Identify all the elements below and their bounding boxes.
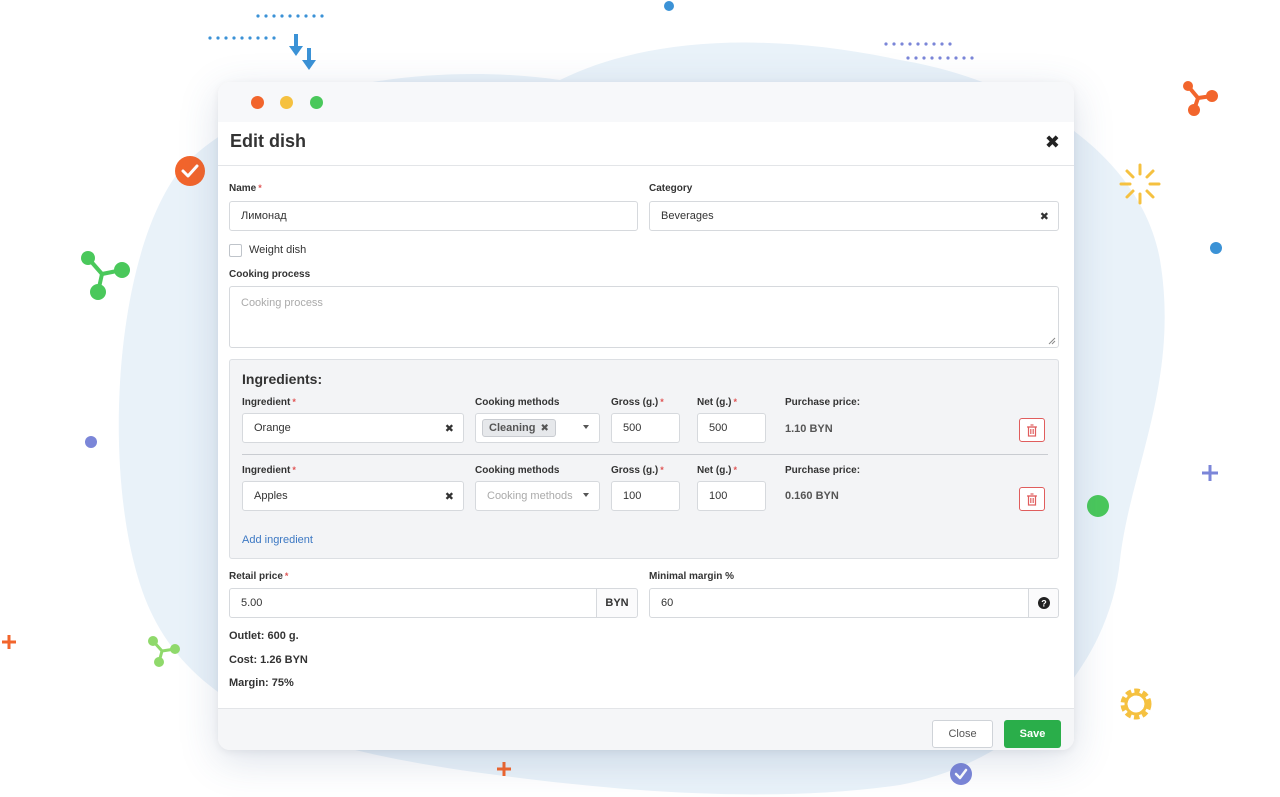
- save-button[interactable]: Save: [1004, 720, 1061, 748]
- category-select[interactable]: Beverages ✖: [649, 201, 1059, 231]
- window-maximize-dot[interactable]: [310, 96, 323, 109]
- cooking-methods-label: Cooking methods: [475, 397, 560, 408]
- retail-price-label: Retail price *: [229, 571, 289, 582]
- window-titlebar: [218, 82, 1074, 122]
- cooking-process-input[interactable]: Cooking process: [229, 286, 1059, 348]
- method-tag: Cleaning ✖: [482, 419, 556, 437]
- chevron-down-icon[interactable]: [583, 493, 589, 497]
- name-label: Name *: [229, 183, 262, 194]
- trash-icon: [1027, 423, 1037, 437]
- molecule-icon: [1183, 81, 1218, 116]
- net-label: Net (g.) *: [697, 397, 737, 408]
- ingredients-panel: Ingredients: Ingredient * Orange ✖ Cookin…: [229, 359, 1059, 559]
- ingredient-label: Ingredient *: [242, 465, 296, 476]
- dialog-header: Edit dish ✖: [218, 122, 1074, 166]
- gross-label: Gross (g.) *: [611, 465, 664, 476]
- weight-dish-label: Weight dish: [249, 244, 307, 256]
- net-input[interactable]: 500: [697, 413, 766, 443]
- gross-input[interactable]: 500: [611, 413, 680, 443]
- minimal-margin-label: Minimal margin %: [649, 571, 735, 582]
- weight-dish-checkbox[interactable]: [229, 244, 242, 257]
- purchase-price-label: Purchase price:: [785, 397, 861, 408]
- cooking-process-label: Cooking process: [229, 269, 311, 280]
- cooking-process-placeholder: Cooking process: [241, 297, 323, 309]
- resize-grip-icon[interactable]: [1048, 337, 1056, 345]
- delete-ingredient-button[interactable]: [1019, 418, 1045, 442]
- gross-input[interactable]: 100: [611, 481, 680, 511]
- purchase-price-label: Purchase price:: [785, 465, 861, 476]
- close-icon[interactable]: ✖: [1045, 132, 1060, 153]
- clear-icon[interactable]: ✖: [445, 490, 454, 503]
- ingredient-label: Ingredient *: [242, 397, 296, 408]
- cooking-methods-select[interactable]: Cooking methods: [475, 481, 600, 511]
- category-label: Category: [649, 183, 693, 194]
- close-button[interactable]: Close: [932, 720, 993, 748]
- minimal-margin-input[interactable]: 60: [649, 588, 1029, 618]
- retail-price-input[interactable]: 5.00: [229, 588, 597, 618]
- gear-icon: [1120, 688, 1152, 720]
- trash-icon: [1027, 492, 1037, 506]
- window-minimize-dot[interactable]: [280, 96, 293, 109]
- purchase-price-value: 1.10 BYN: [785, 423, 833, 435]
- ingredients-title: Ingredients:: [242, 371, 323, 387]
- cooking-methods-label: Cooking methods: [475, 465, 560, 476]
- dot-icon: [1210, 242, 1222, 254]
- ingredient-select[interactable]: Orange ✖: [242, 413, 464, 443]
- plus-icon: [1202, 465, 1218, 481]
- gross-label: Gross (g.) *: [611, 397, 664, 408]
- molecule-icon: [81, 251, 130, 300]
- plus-icon: [2, 635, 16, 649]
- svg-text:?: ?: [1041, 598, 1047, 608]
- remove-tag-icon[interactable]: ✖: [540, 423, 548, 434]
- dialog-title: Edit dish: [230, 131, 306, 151]
- delete-ingredient-button[interactable]: [1019, 487, 1045, 511]
- name-input[interactable]: Лимонад: [229, 201, 638, 231]
- margin-summary: Margin: 75%: [229, 677, 294, 689]
- net-input[interactable]: 100: [697, 481, 766, 511]
- currency-addon: BYN: [596, 588, 638, 618]
- dot-icon: [1087, 495, 1109, 517]
- edit-dish-window: Edit dish ✖ Name * Лимонад Category Bever…: [218, 82, 1074, 750]
- clear-icon[interactable]: ✖: [1040, 210, 1049, 223]
- help-icon: ?: [1037, 597, 1050, 609]
- dialog-footer: Close Save: [218, 708, 1074, 750]
- check-badge-icon: [175, 156, 205, 186]
- arrow-down-icon: [289, 34, 316, 70]
- outlet-summary: Outlet: 600 g.: [229, 630, 299, 642]
- chevron-down-icon[interactable]: [583, 425, 589, 429]
- plus-icon: [497, 762, 511, 776]
- ingredient-divider: [242, 454, 1048, 455]
- dots-decoration-icon: [884, 42, 974, 60]
- clear-icon[interactable]: ✖: [445, 422, 454, 435]
- cost-summary: Cost: 1.26 BYN: [229, 654, 308, 666]
- check-badge-icon: [950, 763, 972, 785]
- help-button[interactable]: ?: [1028, 588, 1059, 618]
- add-ingredient-link[interactable]: Add ingredient: [242, 534, 313, 546]
- molecule-icon: [148, 636, 180, 667]
- cooking-methods-select[interactable]: Cleaning ✖: [475, 413, 600, 443]
- ingredient-select[interactable]: Apples ✖: [242, 481, 464, 511]
- sparkle-icon: [1119, 163, 1161, 205]
- purchase-price-value: 0.160 BYN: [785, 490, 839, 502]
- dialog-body: Name * Лимонад Category Beverages ✖ Weigh…: [218, 166, 1074, 708]
- dot-icon: [85, 436, 97, 448]
- window-close-dot[interactable]: [251, 96, 264, 109]
- dot-icon: [664, 1, 674, 11]
- net-label: Net (g.) *: [697, 465, 737, 476]
